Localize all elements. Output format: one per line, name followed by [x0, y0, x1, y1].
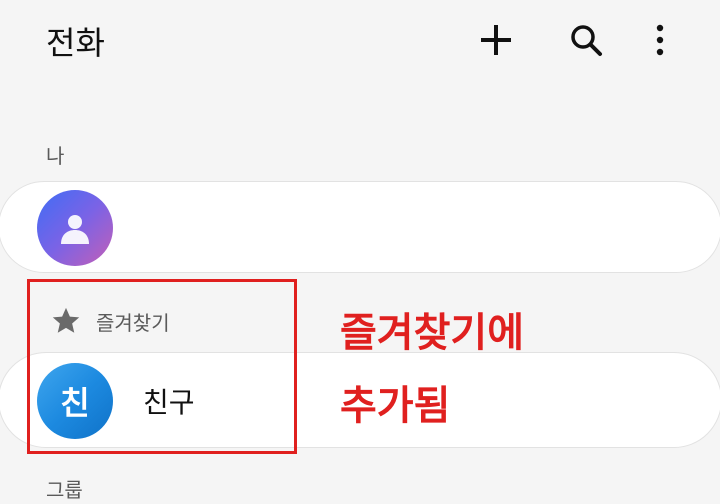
search-button[interactable] — [562, 16, 610, 64]
person-icon — [61, 215, 89, 244]
avatar — [37, 190, 113, 266]
more-options-button[interactable] — [636, 16, 684, 64]
add-contact-button[interactable] — [472, 16, 520, 64]
annotation-highlight-box — [27, 279, 297, 454]
annotation-text-line2: 추가됨 — [340, 383, 451, 429]
groups-section-label: 그룹 — [46, 478, 83, 502]
my-profile-card[interactable] — [0, 181, 720, 273]
profile-name-redacted — [131, 196, 283, 252]
more-vert-icon — [656, 24, 664, 56]
annotation-text-line1: 즐겨찾기에 — [340, 310, 524, 356]
plus-icon — [481, 25, 511, 55]
my-profile-section-label: 나 — [46, 144, 65, 168]
search-icon — [571, 25, 602, 56]
app-bar: 전화 — [0, 0, 720, 80]
page-title: 전화 — [46, 24, 105, 62]
